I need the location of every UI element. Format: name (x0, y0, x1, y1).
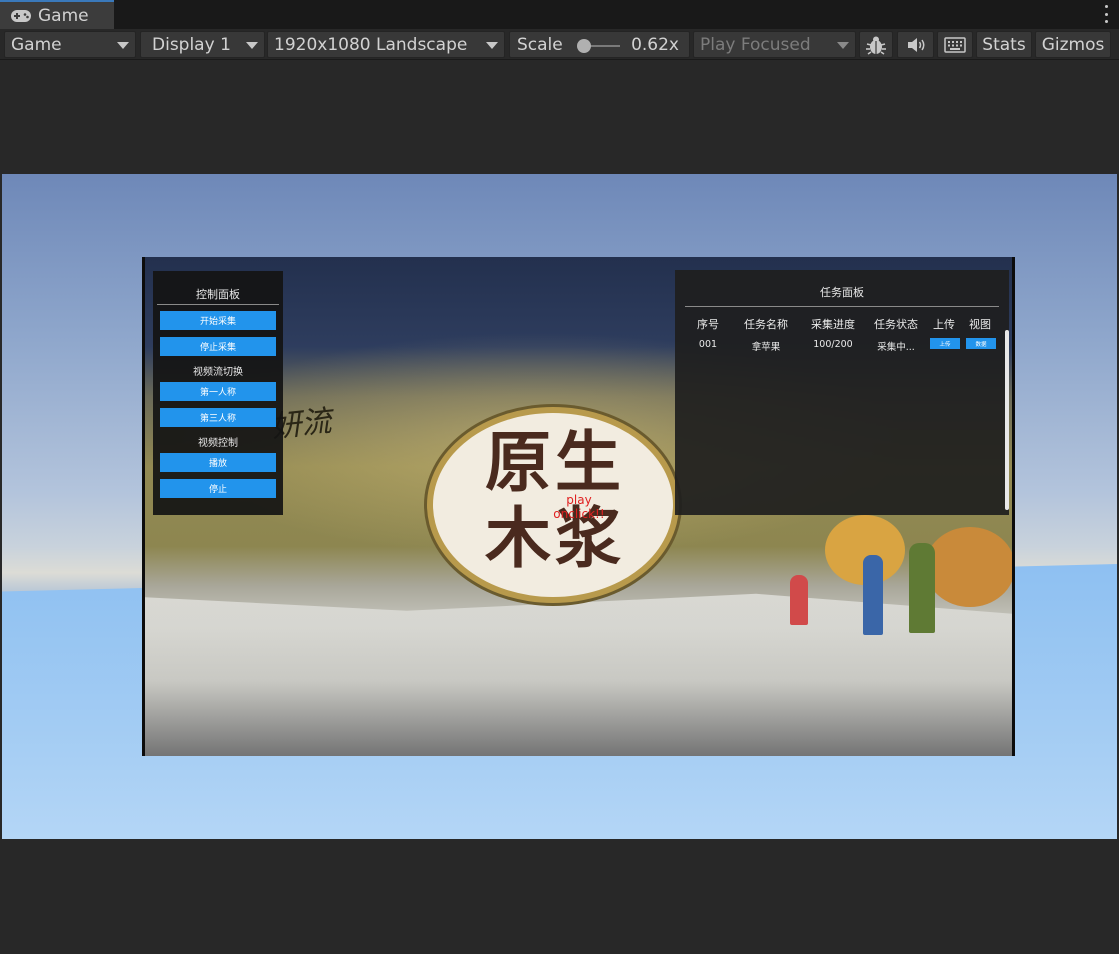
divider (685, 306, 999, 307)
debug-button[interactable] (859, 31, 893, 58)
column-header-name: 任务名称 (744, 318, 788, 331)
camera-feed: 妍流 原生 木浆 play onclick!! 控制面板 开始采集 停止采集 视… (142, 257, 1015, 756)
upload-button[interactable]: 上传 (930, 338, 960, 349)
column-header-id: 序号 (697, 318, 719, 331)
illustration-person (790, 575, 808, 625)
bug-icon (866, 36, 886, 55)
play-mode-label: Play Focused (700, 34, 811, 55)
more-options-icon[interactable] (1103, 5, 1109, 23)
display-label: Display 1 (152, 34, 231, 55)
gizmos-label: Gizmos (1041, 34, 1105, 55)
start-capture-button[interactable]: 开始采集 (160, 311, 276, 330)
task-progress: 100/200 (813, 339, 853, 350)
illustration-person (909, 543, 935, 633)
tab-game[interactable]: Game (0, 0, 114, 29)
task-panel-title: 任务面板 (820, 286, 864, 299)
column-header-upload: 上传 (933, 318, 955, 331)
chevron-down-icon (246, 42, 258, 49)
play-label-line-1: play (566, 493, 592, 507)
illustration-tree (925, 527, 1012, 607)
tab-label: Game (38, 5, 89, 26)
play-label-line-2: onclick!! (553, 507, 605, 521)
control-panel-title: 控制面板 (196, 288, 240, 301)
view-mode-dropdown[interactable]: Game (4, 31, 136, 58)
keyboard-icon (944, 36, 966, 53)
column-header-progress: 采集进度 (811, 318, 855, 331)
resolution-label: 1920x1080 Landscape (274, 34, 468, 55)
scale-slider-handle[interactable] (577, 39, 591, 53)
third-person-button[interactable]: 第三人称 (160, 408, 276, 427)
column-header-status: 任务状态 (874, 318, 918, 331)
stop-capture-button[interactable]: 停止采集 (160, 337, 276, 356)
video-control-label: 视频控制 (198, 438, 238, 449)
play-mode-dropdown[interactable]: Play Focused (693, 31, 856, 58)
logo-line-1: 原生 (485, 424, 625, 501)
task-id: 001 (698, 339, 718, 350)
stats-label: Stats (982, 34, 1026, 55)
audio-mute-icon (907, 37, 924, 52)
gamepad-icon (11, 9, 31, 22)
chevron-down-icon (117, 42, 129, 49)
first-person-button[interactable]: 第一人称 (160, 382, 276, 401)
display-dropdown[interactable]: Display 1 (140, 31, 265, 58)
package-bottom (145, 593, 1012, 756)
task-panel: 任务面板 序号 任务名称 采集进度 任务状态 上传 视图 001 拿苹果 100… (675, 270, 1009, 515)
view-data-button[interactable]: 数据 (966, 338, 996, 349)
shortcuts-button[interactable] (937, 31, 973, 58)
task-list-scrollbar[interactable] (1005, 330, 1009, 510)
gizmos-button[interactable]: Gizmos (1035, 31, 1111, 58)
resolution-dropdown[interactable]: 1920x1080 Landscape (267, 31, 505, 58)
task-status: 采集中... (877, 342, 915, 353)
column-header-view: 视图 (969, 318, 991, 331)
mute-audio-button[interactable] (897, 31, 934, 58)
task-name: 拿苹果 (751, 342, 781, 353)
stats-button[interactable]: Stats (976, 31, 1032, 58)
scale-label: Scale (517, 34, 563, 55)
view-mode-label: Game (11, 34, 62, 55)
divider (157, 304, 279, 305)
stream-switch-label: 视频流切换 (193, 367, 243, 378)
chevron-down-icon (486, 42, 498, 49)
control-panel: 控制面板 开始采集 停止采集 视频流切换 第一人称 第三人称 视频控制 播放 停… (153, 271, 283, 515)
chevron-down-icon (837, 42, 849, 49)
illustration-person (863, 555, 883, 635)
play-status-label: play onclick!! (549, 493, 609, 521)
stop-button[interactable]: 停止 (160, 479, 276, 498)
scale-value: 0.62x (631, 34, 679, 55)
play-button[interactable]: 播放 (160, 453, 276, 472)
tab-bar: Game (0, 0, 1119, 29)
